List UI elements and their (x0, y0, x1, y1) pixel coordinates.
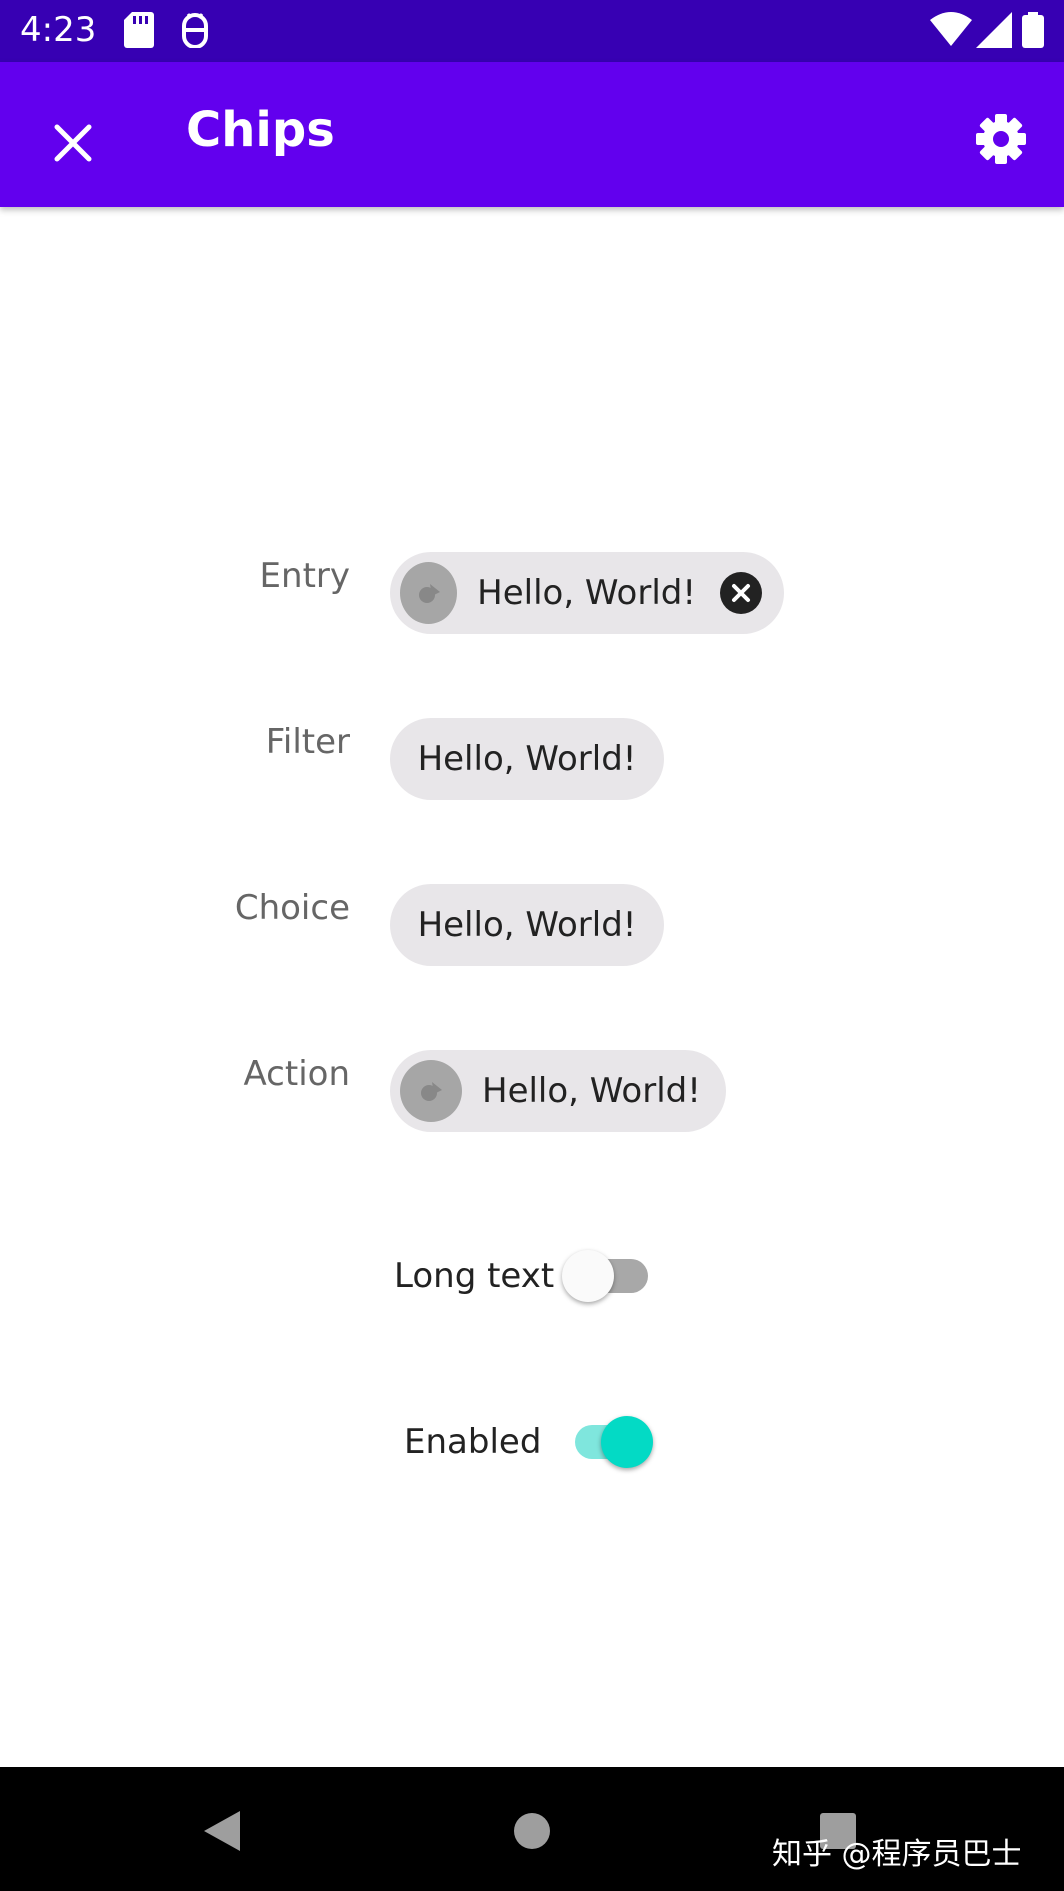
entry-chip[interactable]: Hello, World! (390, 552, 784, 634)
switch-label-long-text: Long text (394, 1256, 555, 1296)
enabled-switch[interactable] (561, 1412, 654, 1472)
filter-chip[interactable]: Hello, World! (390, 718, 664, 800)
avatar-icon (418, 584, 440, 603)
home-icon (514, 1813, 550, 1849)
label-filter: Filter (265, 722, 350, 762)
close-icon (732, 584, 750, 602)
android-debug-icon (180, 12, 210, 52)
label-action: Action (243, 1054, 350, 1094)
status-time: 4:23 (20, 10, 97, 50)
chip-close-button[interactable] (720, 572, 762, 614)
signal-icon (976, 12, 1012, 52)
action-chip[interactable]: Hello, World! (390, 1050, 726, 1132)
chip-avatar (400, 562, 458, 624)
chip-text: Hello, World! (417, 739, 637, 779)
chip-text: Hello, World! (417, 905, 637, 945)
long-text-switch[interactable] (562, 1246, 654, 1306)
sd-card-icon (124, 12, 154, 52)
battery-icon (1022, 12, 1044, 52)
long-text-row: Long text (394, 1246, 654, 1306)
close-button[interactable] (38, 108, 108, 178)
app-bar: Chips (0, 62, 1064, 207)
page-title: Chips (186, 102, 335, 158)
gear-icon (976, 114, 1026, 164)
chip-text: Hello, World! (477, 573, 696, 613)
home-button[interactable] (502, 1801, 562, 1861)
label-choice: Choice (234, 888, 350, 928)
switch-thumb (601, 1416, 654, 1468)
avatar-icon (421, 1082, 442, 1101)
chip-text: Hello, World! (482, 1071, 701, 1111)
label-entry: Entry (259, 556, 350, 596)
status-bar: 4:23 (0, 0, 1064, 62)
watermark: 知乎 @程序员巴士 (772, 1837, 1022, 1872)
choice-chip[interactable]: Hello, World! (390, 884, 664, 966)
back-button[interactable] (192, 1801, 252, 1861)
switch-thumb (562, 1250, 615, 1302)
wifi-icon (930, 12, 972, 52)
back-icon (204, 1811, 240, 1851)
switch-label-enabled: Enabled (404, 1422, 542, 1462)
settings-button[interactable] (966, 104, 1036, 174)
enabled-row: Enabled (404, 1412, 654, 1472)
close-icon (54, 124, 92, 162)
chip-avatar (400, 1060, 462, 1122)
